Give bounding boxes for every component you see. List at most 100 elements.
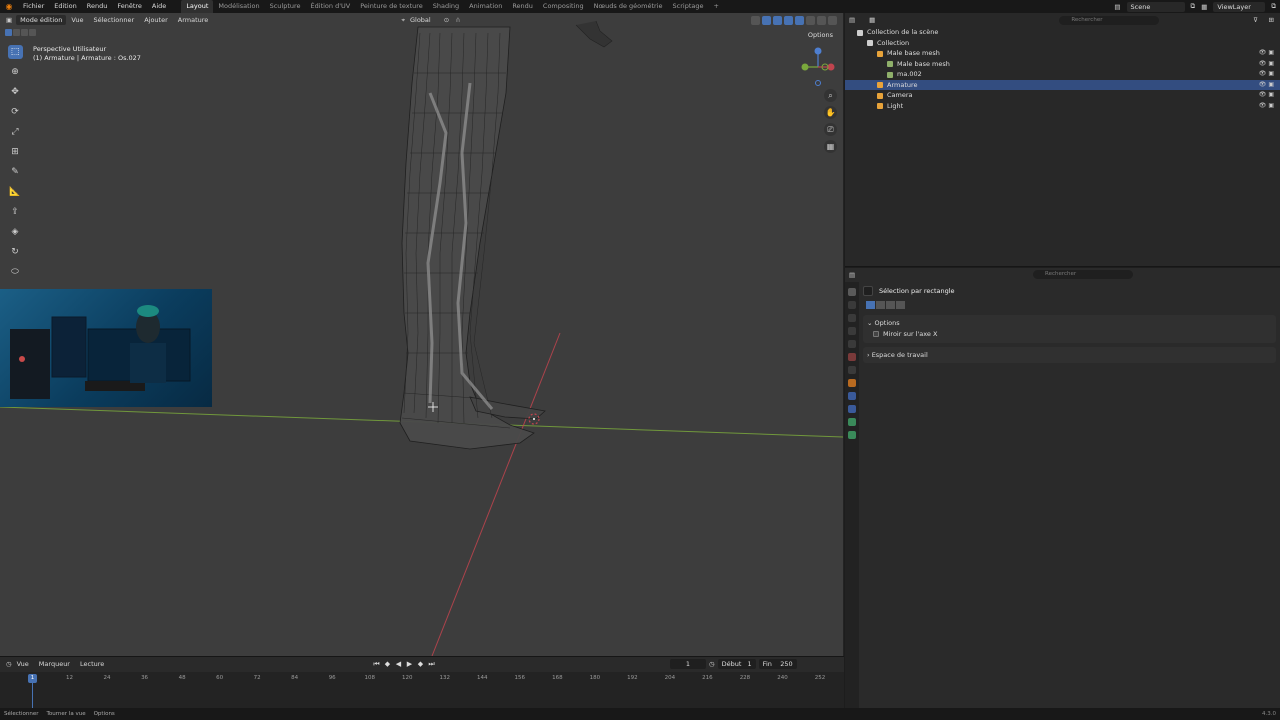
world-tab-icon[interactable] xyxy=(848,353,856,361)
extrude-icon[interactable]: ⇪ xyxy=(8,205,23,219)
options-panel-header[interactable]: ⌄ Options xyxy=(867,318,1272,328)
copy-view-layer-icon[interactable]: ⧉ xyxy=(1271,2,1276,11)
tab-texture-paint[interactable]: Peinture de texture xyxy=(355,0,428,13)
menu-window[interactable]: Fenêtre xyxy=(112,0,147,13)
select-new-icon[interactable] xyxy=(5,29,12,36)
menu-file[interactable]: Fichier xyxy=(18,0,49,13)
select-extend-icon[interactable] xyxy=(13,29,20,36)
viewport-menu-select[interactable]: Sélectionner xyxy=(88,13,139,27)
tab-rendering[interactable]: Rendu xyxy=(507,0,538,13)
modifier-tab-icon[interactable] xyxy=(848,392,856,400)
orientation-selector[interactable]: Global xyxy=(405,13,436,27)
physics-tab-icon[interactable] xyxy=(848,405,856,413)
mode-subtract-icon[interactable] xyxy=(886,301,895,309)
view-layer-tab-icon[interactable] xyxy=(848,327,856,335)
view-layer-selector[interactable]: ViewLayer xyxy=(1213,1,1266,12)
scene-tab-icon[interactable] xyxy=(848,340,856,348)
solid-shading-icon[interactable] xyxy=(806,16,815,25)
measure-icon[interactable]: 📐 xyxy=(8,185,23,199)
visibility-toggle-icon[interactable]: 👁 ▣ xyxy=(1259,80,1274,91)
outliner-row[interactable]: Collection xyxy=(845,38,1280,49)
properties-search-input[interactable]: Rechercher xyxy=(1033,270,1133,279)
tab-layout[interactable]: Layout xyxy=(181,0,214,13)
prev-keyframe-icon[interactable]: ◆ xyxy=(383,659,392,669)
render-tab-icon[interactable] xyxy=(848,301,856,309)
visibility-toggle-icon[interactable]: 👁 ▣ xyxy=(1259,48,1274,59)
camera-view-icon[interactable]: ⎚ xyxy=(824,123,837,136)
select-box-icon[interactable]: ⬚ xyxy=(7,45,23,59)
data-tab-icon[interactable] xyxy=(848,431,856,439)
mirror-x-checkbox[interactable] xyxy=(873,331,879,337)
start-frame-field[interactable]: Début 1 xyxy=(717,659,756,669)
copy-scene-icon[interactable]: ⧉ xyxy=(1191,2,1196,11)
tab-scripting[interactable]: Scriptage xyxy=(668,0,709,13)
wireframe-shading-icon[interactable] xyxy=(795,16,804,25)
display-mode-icon[interactable]: ▦ xyxy=(869,16,875,24)
snap-icon[interactable]: ⋔ xyxy=(455,16,460,24)
visibility-icon[interactable] xyxy=(751,16,760,25)
tab-modeling[interactable]: Modélisation xyxy=(213,0,264,13)
select-intersect-icon[interactable] xyxy=(29,29,36,36)
menu-render[interactable]: Rendu xyxy=(82,0,113,13)
add-workspace-button[interactable]: + xyxy=(708,0,723,13)
outliner-row[interactable]: Collection de la scène xyxy=(845,27,1280,38)
bone-size-icon[interactable]: ◈ xyxy=(8,225,23,239)
move-icon[interactable]: ✥ xyxy=(8,85,23,99)
bone-envelope-icon[interactable]: ⬭ xyxy=(8,265,23,279)
outliner-search-input[interactable]: Rechercher xyxy=(1059,15,1160,25)
next-keyframe-icon[interactable]: ◆ xyxy=(416,659,425,669)
select-subtract-icon[interactable] xyxy=(21,29,28,36)
rendered-shading-icon[interactable] xyxy=(828,16,837,25)
play-icon[interactable]: ▶ xyxy=(405,659,414,669)
end-frame-field[interactable]: Fin 250 xyxy=(758,659,797,669)
workspace-panel-header[interactable]: › Espace de travail xyxy=(867,350,1272,360)
output-tab-icon[interactable] xyxy=(848,314,856,322)
editor-type-icon[interactable]: ▣ xyxy=(6,16,12,24)
menu-edit[interactable]: Edition xyxy=(49,0,82,13)
clock-icon[interactable]: ◷ xyxy=(709,660,715,668)
scene-selector[interactable]: Scene xyxy=(1126,1,1185,12)
tool-tab-icon[interactable] xyxy=(848,288,856,296)
visibility-toggle-icon[interactable]: 👁 ▣ xyxy=(1259,90,1274,101)
outliner-row[interactable]: Light 👁 ▣ xyxy=(845,101,1280,112)
scale-icon[interactable]: ⤢ xyxy=(8,125,23,139)
tab-uv-editing[interactable]: Édition d'UV xyxy=(306,0,356,13)
viewport-menu-add[interactable]: Ajouter xyxy=(139,13,173,27)
rotate-icon[interactable]: ⟳ xyxy=(8,105,23,119)
tab-compositing[interactable]: Compositing xyxy=(538,0,589,13)
blender-logo-icon[interactable]: ◉ xyxy=(4,2,14,12)
filter-icon[interactable]: ⊽ xyxy=(1253,16,1258,24)
jump-end-icon[interactable]: ⏭ xyxy=(427,659,436,669)
mode-selector[interactable]: Mode édition xyxy=(16,15,67,25)
gizmo-toggle-icon[interactable] xyxy=(762,16,771,25)
play-reverse-icon[interactable]: ◀ xyxy=(394,659,403,669)
cursor-icon[interactable]: ⊕ xyxy=(8,65,23,79)
zoom-icon[interactable]: ⌕ xyxy=(824,89,837,102)
options-button[interactable]: Options xyxy=(804,30,837,40)
tab-shading[interactable]: Shading xyxy=(428,0,464,13)
perspective-grid-icon[interactable]: ▦ xyxy=(824,140,837,153)
visibility-toggle-icon[interactable]: 👁 ▣ xyxy=(1259,59,1274,70)
constraint-tab-icon[interactable] xyxy=(848,418,856,426)
material-shading-icon[interactable] xyxy=(817,16,826,25)
transform-icon[interactable]: ⊞ xyxy=(8,145,23,159)
editor-type-icon[interactable]: ▤ xyxy=(849,16,855,24)
mirror-x-row[interactable]: Miroir sur l'axe X xyxy=(867,328,1272,340)
viewport-menu-armature[interactable]: Armature xyxy=(173,13,214,27)
tab-animation[interactable]: Animation xyxy=(464,0,507,13)
collection-tab-icon[interactable] xyxy=(848,366,856,374)
outliner-row[interactable]: ma.002 👁 ▣ xyxy=(845,69,1280,80)
mode-extend-icon[interactable] xyxy=(876,301,885,309)
tab-geometry-nodes[interactable]: Nœuds de géométrie xyxy=(589,0,668,13)
outliner-row[interactable]: Male base mesh 👁 ▣ xyxy=(845,59,1280,70)
outliner-row[interactable]: Male base mesh 👁 ▣ xyxy=(845,48,1280,59)
timeline-menu-view[interactable]: Vue xyxy=(12,660,34,668)
mode-new-icon[interactable] xyxy=(866,301,875,309)
jump-start-icon[interactable]: ⏮ xyxy=(372,659,381,669)
outliner-row[interactable]: Camera 👁 ▣ xyxy=(845,90,1280,101)
object-tab-icon[interactable] xyxy=(848,379,856,387)
new-collection-icon[interactable]: ⊞ xyxy=(1269,16,1274,24)
3d-viewport[interactable]: ▣ Mode édition Vue Sélectionner Ajouter … xyxy=(0,13,844,656)
pivot-icon[interactable]: ⊙ xyxy=(444,16,449,24)
timeline-menu-marker[interactable]: Marqueur xyxy=(34,660,75,668)
